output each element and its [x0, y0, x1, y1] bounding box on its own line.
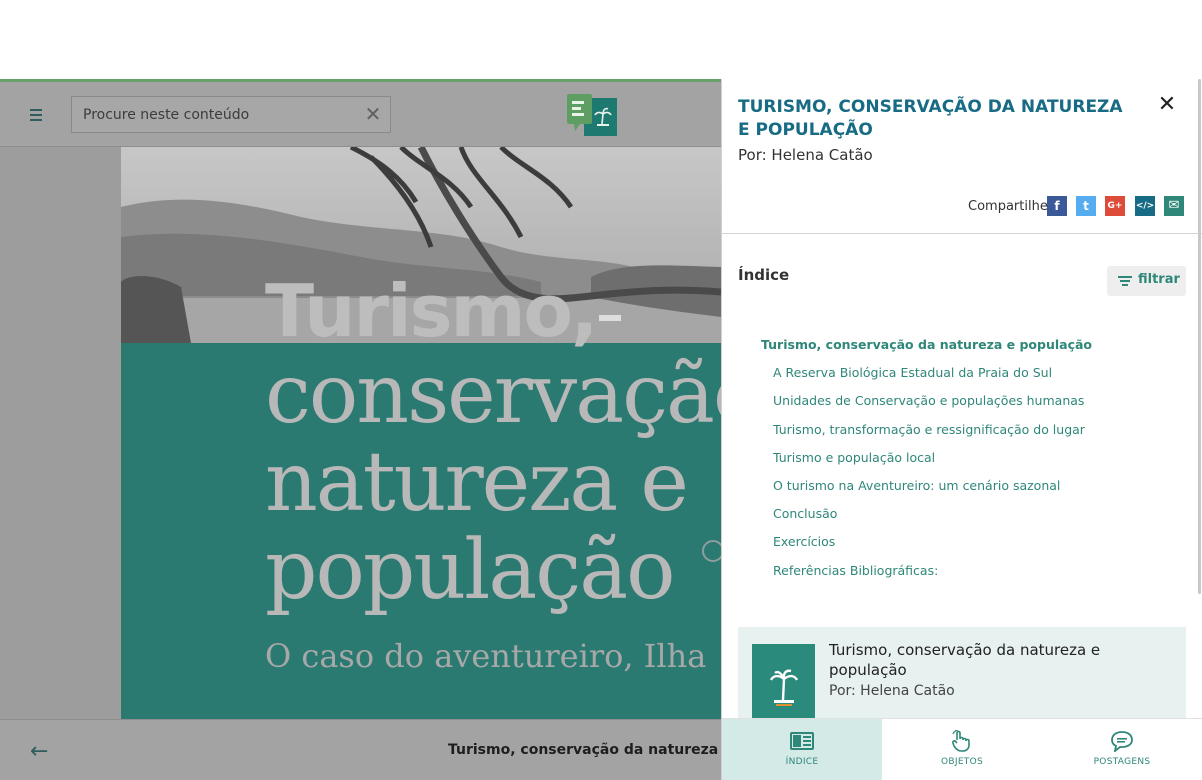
- toc-item[interactable]: Turismo, transformação e ressignificação…: [773, 422, 1085, 437]
- search-box: ✕: [71, 96, 391, 133]
- share-label: Compartilhe:: [968, 199, 1053, 214]
- toc-item[interactable]: O turismo na Aventureiro: um cenário saz…: [773, 478, 1060, 493]
- email-icon[interactable]: ✉: [1164, 196, 1184, 216]
- back-arrow-icon[interactable]: ←: [30, 741, 52, 763]
- book-cover: Turismo, conservação da natureza e popul…: [121, 147, 721, 719]
- filter-icon: [1118, 275, 1132, 287]
- toc-item[interactable]: Turismo, conservação da natureza e popul…: [761, 337, 1092, 352]
- tab-indice[interactable]: ÍNDICE: [722, 719, 882, 780]
- card-title: Turismo, conservação da natureza e popul…: [829, 641, 1101, 679]
- drawer-header: TURISMO, CONSERVAÇÃO DA NATUREZA E POPUL…: [722, 79, 1202, 234]
- googleplus-icon[interactable]: G+: [1105, 196, 1125, 216]
- card-author: Por: Helena Catão: [829, 683, 955, 699]
- embed-icon[interactable]: </>: [1135, 196, 1155, 216]
- close-icon[interactable]: ✕: [1156, 92, 1178, 118]
- toc-item[interactable]: A Reserva Biológica Estadual da Praia do…: [773, 365, 1052, 380]
- twitter-icon[interactable]: t: [1076, 196, 1096, 216]
- cover-subtitle: O caso do aventureiro, Ilha: [265, 637, 707, 675]
- app-logo: [567, 94, 617, 136]
- cover-title-line-4: população: [265, 523, 675, 618]
- comment-bubble-icon[interactable]: [702, 540, 721, 562]
- drawer-title: TURISMO, CONSERVAÇÃO DA NATUREZA E POPUL…: [738, 97, 1123, 140]
- tab-postagens[interactable]: POSTAGENS: [1042, 719, 1202, 780]
- drawer-author: Por: Helena Catão: [738, 146, 873, 164]
- reader-pane: ✕: [0, 79, 721, 780]
- filter-button[interactable]: filtrar: [1107, 266, 1186, 296]
- index-heading: Índice: [738, 266, 790, 284]
- toc-item[interactable]: Referências Bibliográficas:: [773, 563, 938, 578]
- page-area: Turismo, conservação da natureza e popul…: [0, 147, 721, 719]
- filter-label: filtrar: [1138, 272, 1180, 287]
- search-input[interactable]: [72, 97, 357, 132]
- toc-item[interactable]: Unidades de Conservação e populações hum…: [773, 393, 1084, 408]
- tab-objetos[interactable]: OBJETOS: [882, 719, 1042, 780]
- app-window: ✕: [0, 0, 1202, 780]
- cover-title-line-1: Turismo,: [265, 269, 598, 353]
- hamburger-menu-icon[interactable]: [28, 106, 46, 122]
- tab-label: ÍNDICE: [785, 757, 819, 767]
- side-drawer: TURISMO, CONSERVAÇÃO DA NATUREZA E POPUL…: [721, 79, 1202, 780]
- facebook-icon[interactable]: f: [1047, 196, 1067, 216]
- cover-title: Turismo, conservação da natureza e popul…: [265, 271, 721, 615]
- toc-item[interactable]: Exercícios: [773, 534, 835, 549]
- drawer-scrollbar[interactable]: [1198, 79, 1201, 594]
- book-icon: [790, 732, 814, 750]
- tab-label: OBJETOS: [941, 757, 983, 767]
- tab-label: POSTAGENS: [1093, 757, 1151, 767]
- cover-title-line-3: natureza e: [265, 435, 689, 530]
- clear-search-icon[interactable]: ✕: [363, 104, 383, 124]
- toc-item[interactable]: Turismo e população local: [773, 450, 935, 465]
- reader-bottom-bar: ← Turismo, conservação da natureza e pop…: [0, 719, 721, 780]
- bottom-title: Turismo, conservação da natureza e popul…: [448, 742, 721, 758]
- drawer-tab-bar: ÍNDICE OBJETOS POSTAGENS: [722, 718, 1202, 780]
- touch-icon: [952, 730, 970, 752]
- cover-title-line-2: conservação da: [265, 347, 721, 442]
- reader-toolbar: ✕: [0, 82, 721, 147]
- chat-icon: [1111, 731, 1133, 752]
- toc-item[interactable]: Conclusão: [773, 506, 837, 521]
